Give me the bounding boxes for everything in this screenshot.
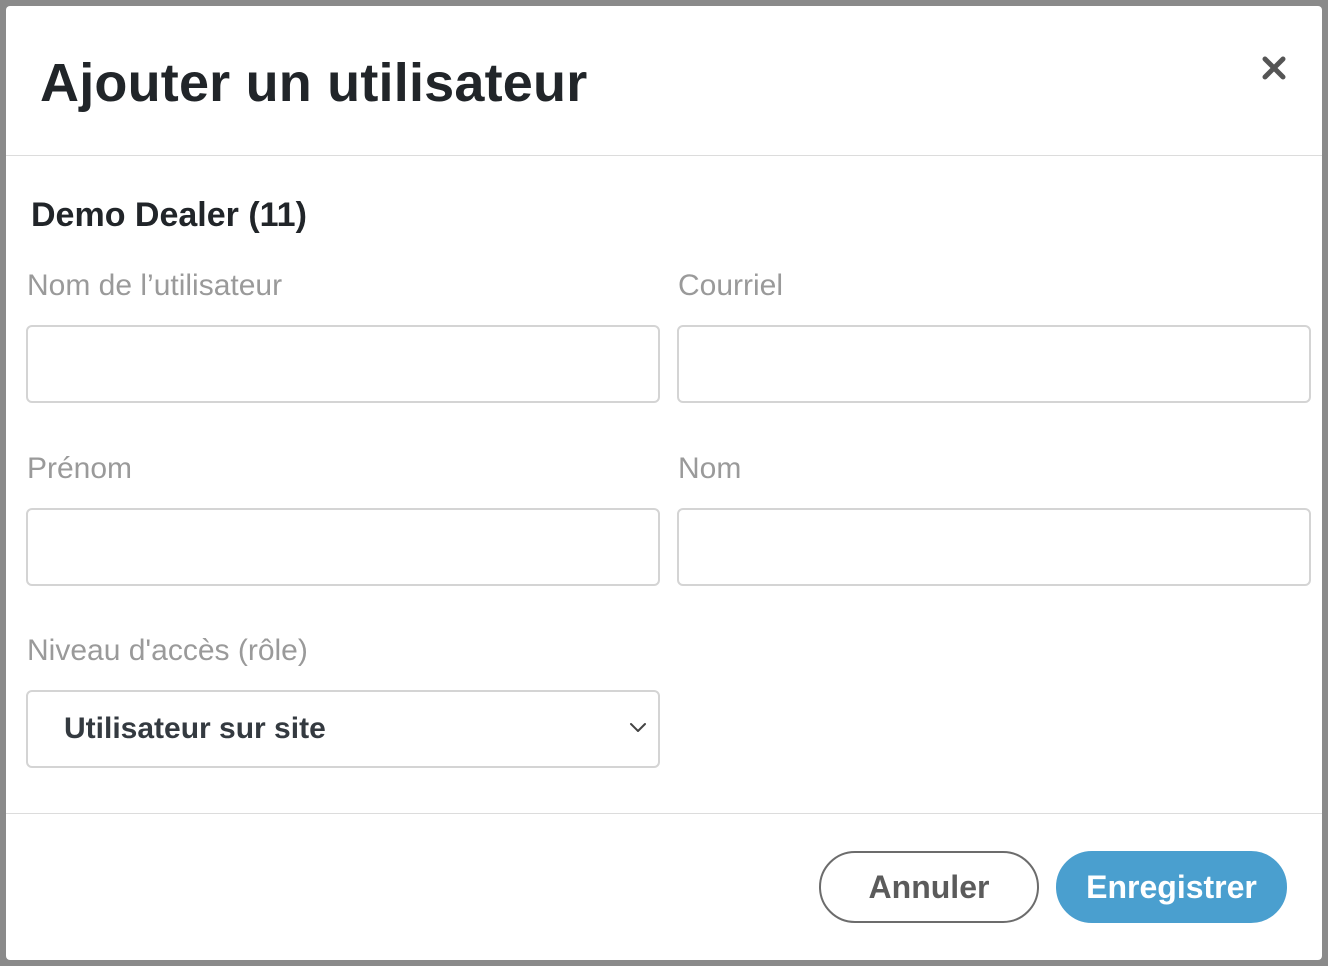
- modal-header: Ajouter un utilisateur: [6, 6, 1322, 156]
- username-label: Nom de l’utilisateur: [27, 269, 283, 302]
- cancel-button[interactable]: Annuler: [819, 851, 1039, 923]
- close-icon: [1262, 56, 1286, 80]
- last-name-input[interactable]: [677, 508, 1311, 586]
- close-button[interactable]: [1256, 50, 1292, 86]
- add-user-modal: Ajouter un utilisateur Demo Dealer (11) …: [6, 6, 1322, 960]
- dealer-name: Demo Dealer (11): [31, 196, 307, 234]
- modal-footer: Annuler Enregistrer: [6, 814, 1322, 960]
- username-input[interactable]: [26, 325, 660, 403]
- save-button[interactable]: Enregistrer: [1056, 851, 1287, 923]
- chevron-down-icon: [630, 723, 646, 732]
- first-name-label: Prénom: [27, 452, 133, 485]
- email-input[interactable]: [677, 325, 1311, 403]
- role-select-value: Utilisateur sur site: [64, 712, 326, 745]
- email-label: Courriel: [678, 269, 784, 302]
- modal-body: Demo Dealer (11) Nom de l’utilisateur Co…: [6, 156, 1322, 814]
- first-name-input[interactable]: [26, 508, 660, 586]
- role-label: Niveau d'accès (rôle): [27, 634, 308, 667]
- modal-title: Ajouter un utilisateur: [40, 53, 588, 113]
- role-select[interactable]: Utilisateur sur site: [26, 690, 660, 768]
- last-name-label: Nom: [678, 452, 742, 485]
